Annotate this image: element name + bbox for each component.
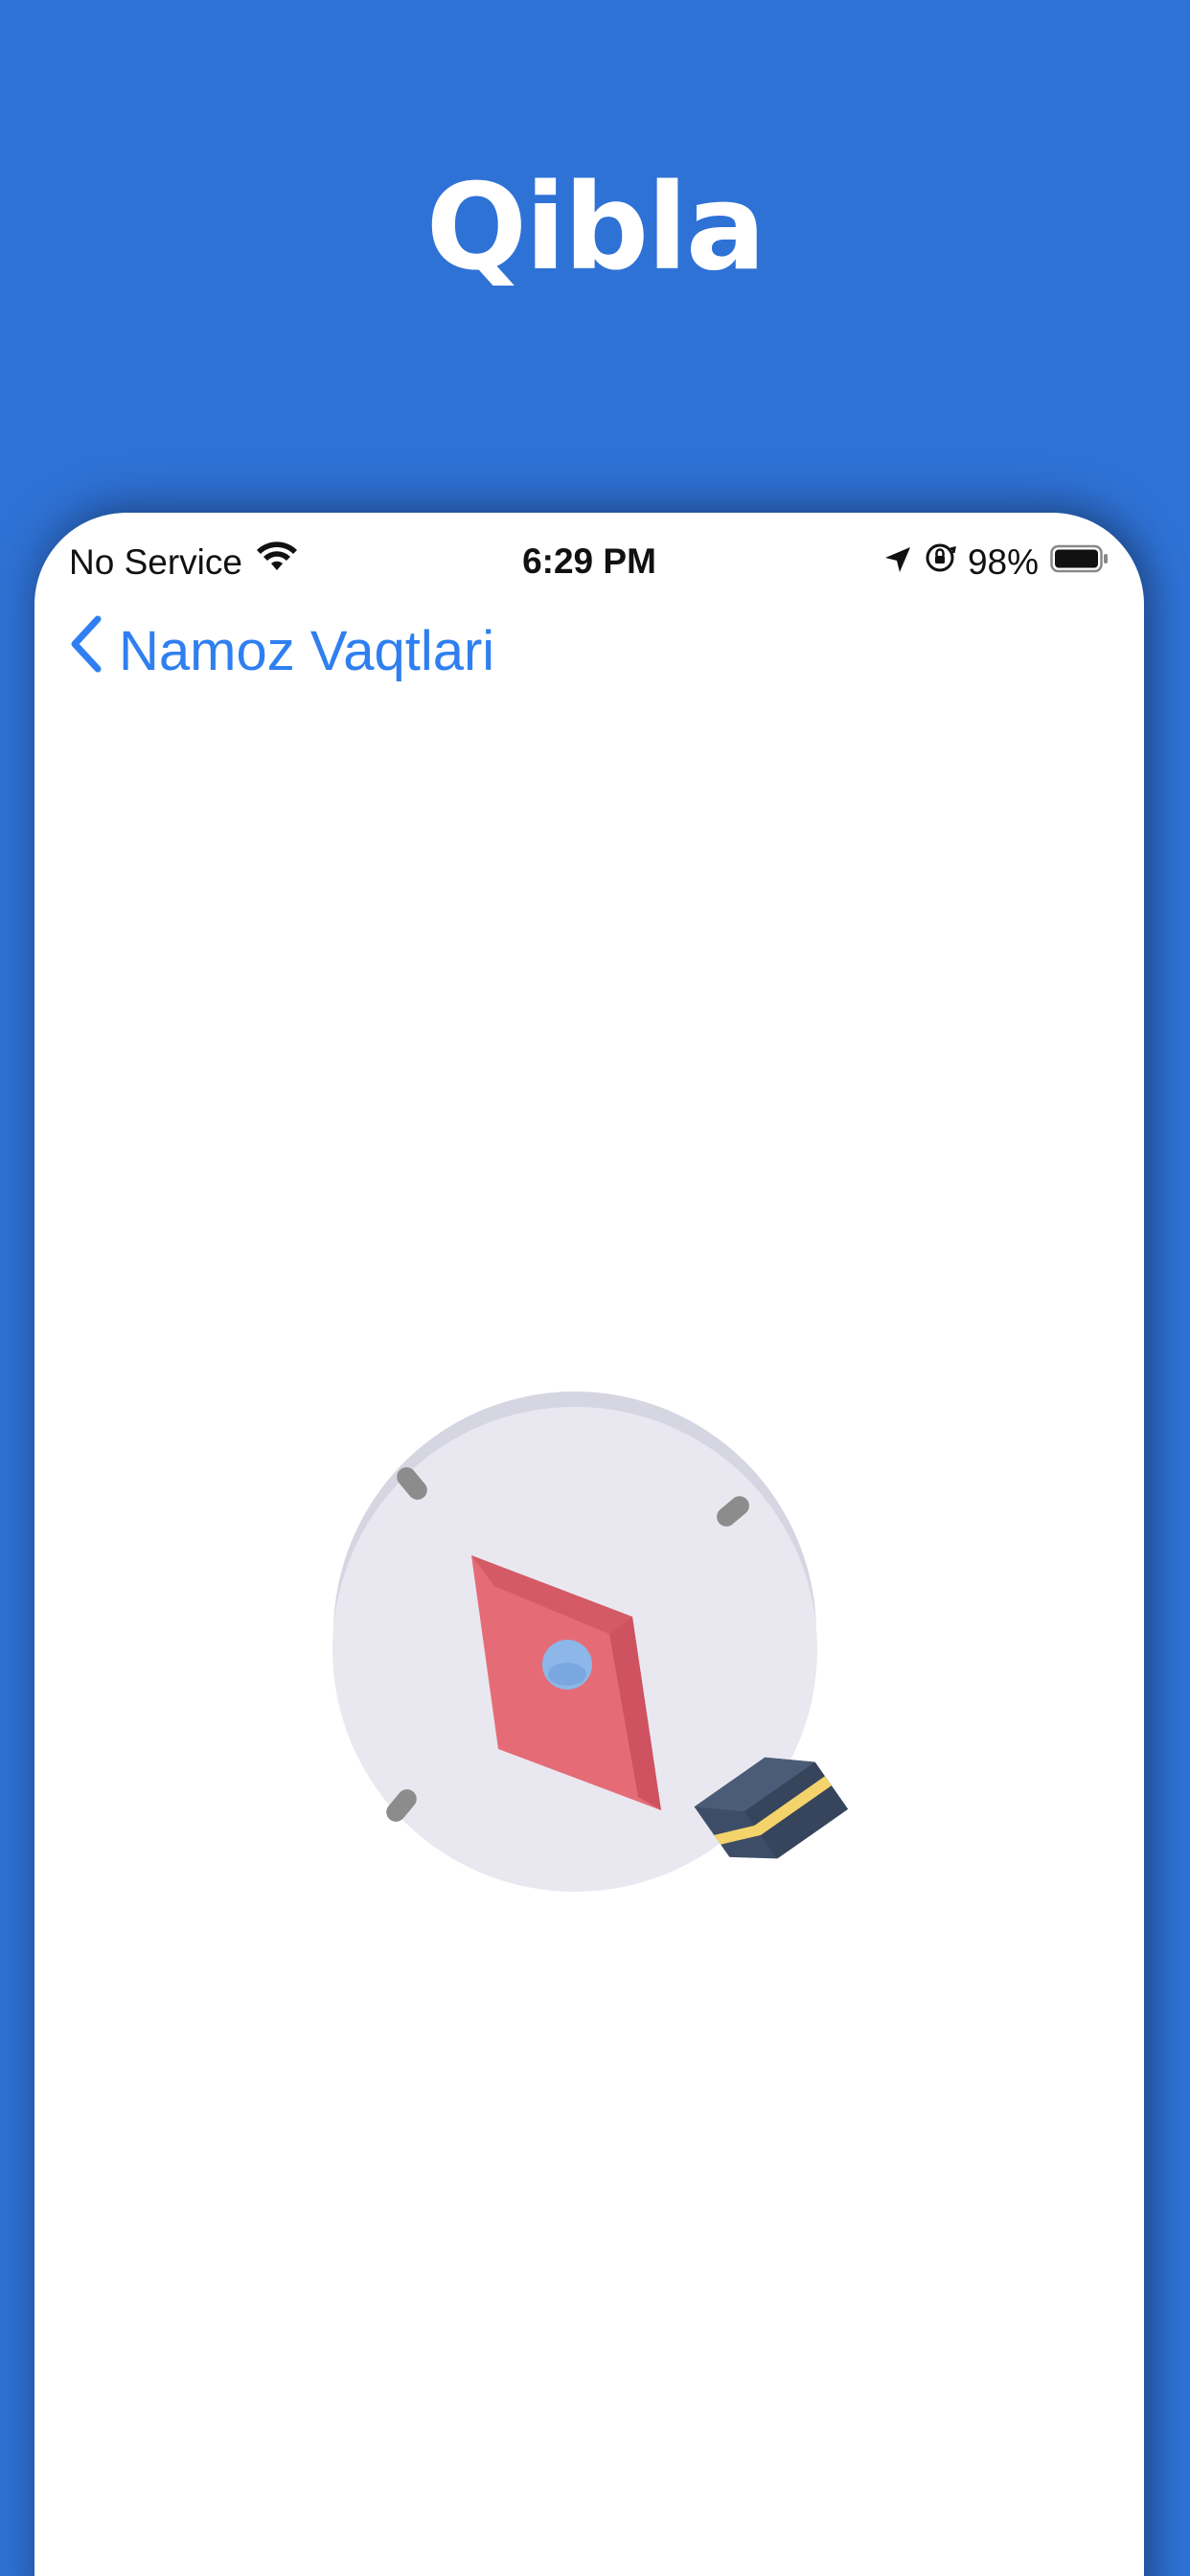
navigation-bar: Namoz Vaqtlari: [34, 603, 1144, 699]
back-button-label: Namoz Vaqtlari: [119, 619, 495, 682]
orientation-lock-icon: [924, 541, 956, 583]
back-button[interactable]: Namoz Vaqtlari: [69, 603, 494, 699]
status-right: 98%: [883, 541, 1110, 583]
battery-icon: [1050, 542, 1110, 583]
promo-title: Qibla: [425, 159, 767, 297]
status-bar: No Service 6:29 PM 98%: [34, 534, 1144, 591]
chevron-left-icon: [69, 613, 103, 688]
phone-screen: No Service 6:29 PM 98% Namoz Vaqtlari: [34, 513, 1144, 2576]
qibla-compass: [322, 1375, 858, 1912]
battery-percent: 98%: [967, 541, 1039, 582]
location-arrow-icon: [883, 542, 912, 583]
